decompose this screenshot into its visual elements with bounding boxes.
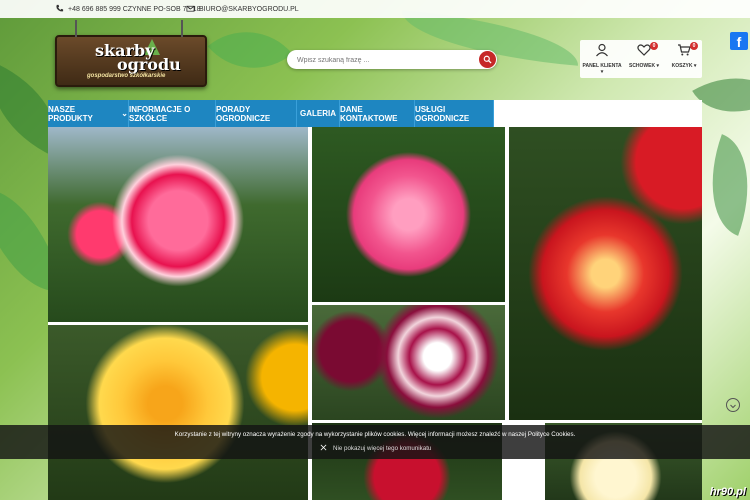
- tab-gallery[interactable]: GALERIA: [297, 100, 340, 127]
- site-logo[interactable]: skarby ogrodu gospodarstwo szkółkarskie: [55, 20, 207, 87]
- search-button[interactable]: [479, 51, 496, 68]
- heart-icon: [624, 43, 664, 57]
- search-box: [287, 50, 497, 69]
- rose-image[interactable]: [312, 305, 505, 420]
- facebook-icon[interactable]: f: [730, 32, 748, 50]
- user-icon: [582, 43, 622, 57]
- cart-button[interactable]: 0 KOSZYK ▾: [664, 42, 704, 69]
- phone-contact[interactable]: +48 696 885 999 CZYNNE PO-SOB 7 - 18: [55, 4, 201, 15]
- tab-label: INFORMACJE O SZKÓŁCE: [129, 104, 191, 123]
- customer-panel-button[interactable]: PANEL KLIENTA ▾: [582, 43, 622, 75]
- chevron-down-icon: ▾: [600, 69, 604, 75]
- logo-tagline: gospodarstwo szkółkarskie: [87, 73, 166, 79]
- chevron-down-icon: [727, 399, 739, 416]
- background-leaf: [207, 7, 293, 93]
- cookie-dismiss-label: Nie pokazuj więcej tego komunikatu: [333, 445, 432, 452]
- logo-rope: [75, 20, 77, 37]
- rose-image[interactable]: [312, 127, 505, 302]
- cart-icon: [664, 43, 704, 57]
- tab-label: USŁUGI OGRODNICZE: [415, 104, 470, 123]
- account-panel: PANEL KLIENTA ▾ 0 SCHOWEK ▾ 0 KOSZYK ▾: [580, 40, 702, 78]
- scroll-down-button[interactable]: [726, 398, 740, 412]
- top-contact-bar: +48 696 885 999 CZYNNE PO-SOB 7 - 18 BIU…: [0, 0, 750, 18]
- tab-label: PORADY OGRODNICZE: [216, 104, 271, 123]
- chevron-down-icon: ▾: [656, 63, 660, 69]
- wishlist-count-badge: 0: [650, 42, 658, 50]
- close-icon: [320, 444, 327, 453]
- main-navigation: NASZE PRODUKTY ⌄ INFORMACJE O SZKÓŁCE PO…: [48, 100, 702, 127]
- logo-line2: ogrodu: [117, 55, 181, 74]
- watermark: hr90.pl: [709, 486, 746, 498]
- search-input[interactable]: [295, 53, 479, 68]
- rose-image[interactable]: [48, 325, 308, 500]
- rose-image[interactable]: [509, 127, 702, 420]
- email-text: BIURO@SKARBYOGRODU.PL: [199, 6, 299, 13]
- tab-our-products[interactable]: NASZE PRODUKTY ⌄: [48, 100, 129, 127]
- tab-label: GALERIA: [300, 109, 336, 118]
- cookie-message: Korzystanie z tej witryny oznacza wyraże…: [174, 431, 576, 438]
- cookie-banner: Korzystanie z tej witryny oznacza wyraże…: [0, 425, 750, 459]
- chevron-down-icon: ▾: [693, 63, 697, 69]
- tab-nursery-info[interactable]: INFORMACJE O SZKÓŁCE: [129, 100, 216, 127]
- tab-gardening-tips[interactable]: PORADY OGRODNICZE: [216, 100, 297, 127]
- wishlist-label: SCHOWEK: [628, 63, 656, 69]
- phone-text: +48 696 885 999 CZYNNE PO-SOB 7 - 18: [68, 6, 201, 13]
- cookie-dismiss-button[interactable]: Nie pokazuj więcej tego komunikatu: [320, 444, 431, 453]
- phone-icon: [55, 4, 64, 15]
- email-contact[interactable]: BIURO@SKARBYOGRODU.PL: [186, 4, 299, 15]
- logo-rope: [181, 20, 183, 37]
- tab-label: NASZE PRODUKTY: [48, 104, 93, 123]
- chevron-down-icon: ⌄: [121, 109, 128, 118]
- search-icon: [483, 51, 492, 69]
- cart-label: KOSZYK: [671, 63, 693, 69]
- tab-contact-details[interactable]: DANE KONTAKTOWE: [340, 100, 415, 127]
- wishlist-button[interactable]: 0 SCHOWEK ▾: [624, 42, 664, 69]
- tab-label: DANE KONTAKTOWE: [340, 104, 398, 123]
- cart-count-badge: 0: [690, 42, 698, 50]
- rose-image[interactable]: [48, 127, 308, 322]
- tab-garden-services[interactable]: USŁUGI OGRODNICZE: [415, 100, 494, 127]
- mail-icon: [186, 4, 195, 15]
